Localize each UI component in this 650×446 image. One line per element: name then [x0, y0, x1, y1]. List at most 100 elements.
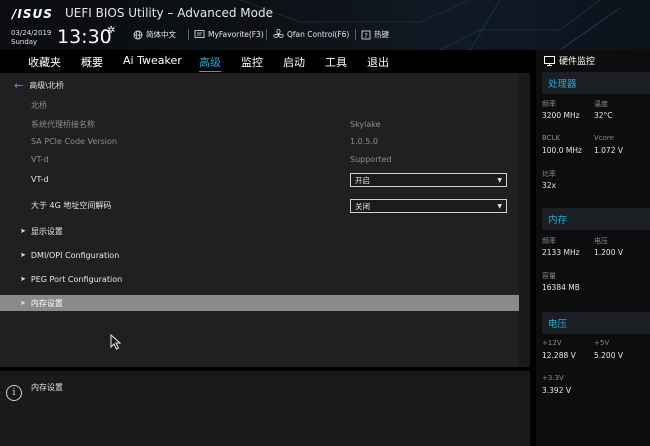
scrollbar-track[interactable]	[519, 73, 530, 367]
cpu-bclk-value: 100.0 MHz	[542, 146, 582, 155]
chevron-right-icon: ➤	[20, 251, 26, 259]
clock-time: 13:30	[57, 26, 112, 48]
header-separator	[355, 29, 356, 40]
submenu-display-settings[interactable]: ➤ 显示设置	[0, 223, 519, 239]
hw-section-cpu: 处理器	[542, 72, 650, 94]
header-separator	[188, 29, 189, 40]
myfavorite-label: MyFavorite(F3)	[208, 29, 264, 39]
info-value-vtd-support: Supported	[350, 155, 392, 164]
hw-section-title: 内存	[548, 215, 568, 226]
qfan-label: Qfan Control(F6)	[287, 29, 350, 39]
submenu-label: DMI/OPI Configuration	[30, 250, 120, 260]
date-display: 03/24/2019 Sunday	[11, 29, 51, 47]
mouse-cursor-icon	[110, 334, 122, 350]
tab-boot[interactable]: 启动	[283, 54, 305, 70]
mem-volt-label: 电压	[594, 237, 608, 245]
submenu-memory-settings[interactable]: ➤ 内存设置	[0, 295, 519, 311]
language-label: 简体中文	[146, 30, 176, 39]
top-header: /ISUS UEFI BIOS Utility – Advanced Mode …	[0, 0, 650, 50]
help-bar: i 内存设置	[0, 367, 530, 446]
header-separator	[266, 29, 267, 40]
vtd-select[interactable]: 开启 ▼	[350, 173, 507, 187]
language-button[interactable]: 简体中文	[133, 29, 176, 40]
cpu-vcore-value: 1.072 V	[594, 146, 623, 155]
tab-tool[interactable]: 工具	[325, 54, 347, 70]
v5-value: 5.200 V	[594, 351, 623, 360]
main-panel: ← 高级\北桥 北桥 系统代理桥接名称 Skylake SA PCIe Code…	[0, 73, 530, 367]
v33-label: +3.3V	[542, 374, 564, 382]
myfavorite-button[interactable]: MyFavorite(F3)	[194, 29, 264, 39]
cpu-freq-value: 3200 MHz	[542, 111, 580, 120]
tab-exit[interactable]: 退出	[367, 54, 389, 70]
main-menu-bar: 收藏夹 概要 Ai Tweaker 高级 监控 启动 工具 退出	[0, 50, 530, 73]
breadcrumb[interactable]: ← 高级\北桥	[14, 80, 64, 91]
hw-section-memory: 内存	[542, 208, 650, 230]
vtd-select-value: 开启	[355, 175, 370, 185]
info-value-sa-name: Skylake	[350, 120, 381, 129]
mem-freq-value: 2133 MHz	[542, 248, 580, 257]
chevron-right-icon: ➤	[20, 299, 26, 307]
brand-logo: /ISUS	[12, 7, 53, 21]
cpu-temp-value: 32°C	[594, 111, 613, 120]
v33-value: 3.392 V	[542, 386, 571, 395]
info-value-pcie-version: 1.0.5.0	[350, 137, 378, 146]
settings-gear-icon[interactable]: ✲	[107, 25, 115, 36]
hwmon-title: 硬件监控	[544, 54, 595, 67]
app-title: UEFI BIOS Utility – Advanced Mode	[65, 6, 273, 20]
info-label-sa-name: 系统代理桥接名称	[31, 120, 95, 129]
cpu-temp-label: 温度	[594, 100, 608, 108]
info-label-pcie-version: SA PCIe Code Version	[31, 137, 117, 146]
tab-favorites[interactable]: 收藏夹	[28, 54, 61, 70]
info-icon: i	[6, 385, 22, 401]
section-title: 北桥	[31, 101, 47, 110]
qfan-control-button[interactable]: Qfan Control(F6)	[273, 29, 349, 39]
above-4g-select[interactable]: 关闭 ▼	[350, 199, 507, 213]
setting-label-vtd: VT-d	[31, 175, 49, 184]
submenu-label: 内存设置	[30, 298, 63, 308]
v5-label: +5V	[594, 339, 610, 347]
mem-cap-label: 容量	[542, 272, 556, 280]
mem-volt-value: 1.200 V	[594, 248, 623, 257]
cpu-bclk-label: BCLK	[542, 134, 561, 142]
back-arrow-icon[interactable]: ←	[14, 80, 23, 91]
help-text: 内存设置	[31, 383, 63, 392]
mem-cap-value: 16384 MB	[542, 283, 580, 292]
hotkeys-button[interactable]: ? 热键	[361, 29, 389, 40]
chevron-down-icon: ▼	[497, 176, 502, 184]
monitor-icon	[544, 55, 555, 66]
breadcrumb-path: 高级\北桥	[29, 81, 64, 90]
submenu-label: PEG Port Configuration	[30, 274, 123, 284]
tab-monitor[interactable]: 监控	[241, 54, 263, 70]
above-4g-select-value: 关闭	[355, 201, 370, 211]
date-text: 03/24/2019	[11, 29, 52, 37]
fan-icon	[273, 29, 284, 38]
hwmon-title-text: 硬件监控	[559, 57, 596, 67]
tab-ai-tweaker[interactable]: Ai Tweaker	[123, 54, 182, 67]
chevron-right-icon: ➤	[20, 227, 26, 235]
submenu-dmi-opi[interactable]: ➤ DMI/OPI Configuration	[0, 247, 519, 263]
mem-freq-label: 频率	[542, 237, 556, 245]
hw-section-voltage: 电压	[542, 312, 650, 334]
tab-advanced[interactable]: 高级	[199, 54, 221, 72]
chevron-right-icon: ➤	[20, 275, 26, 283]
weekday-text: Sunday	[11, 38, 38, 46]
v12-value: 12.288 V	[542, 351, 576, 360]
tab-main[interactable]: 概要	[81, 54, 103, 70]
chevron-down-icon: ▼	[497, 202, 502, 210]
globe-icon	[133, 30, 143, 39]
setting-label-above-4g: 大于 4G 地址空间解码	[31, 201, 112, 210]
cpu-ratio-value: 32x	[542, 181, 556, 190]
v12-label: +12V	[542, 339, 562, 347]
hw-section-title: 处理器	[548, 79, 577, 90]
hardware-monitor-panel: 硬件监控 处理器 频率 温度 3200 MHz 32°C BCLK Vcore …	[530, 50, 650, 446]
cpu-freq-label: 频率	[542, 100, 556, 108]
cpu-vcore-label: Vcore	[594, 134, 614, 142]
hw-section-title: 电压	[548, 319, 568, 330]
cpu-ratio-label: 比率	[542, 170, 556, 178]
info-label-vtd-support: VT-d	[31, 155, 49, 164]
submenu-peg-port[interactable]: ➤ PEG Port Configuration	[0, 271, 519, 287]
submenu-label: 显示设置	[30, 226, 63, 236]
myfavorite-icon	[194, 30, 205, 38]
hotkeys-label: 热键	[374, 30, 389, 39]
svg-text:?: ?	[364, 31, 368, 39]
